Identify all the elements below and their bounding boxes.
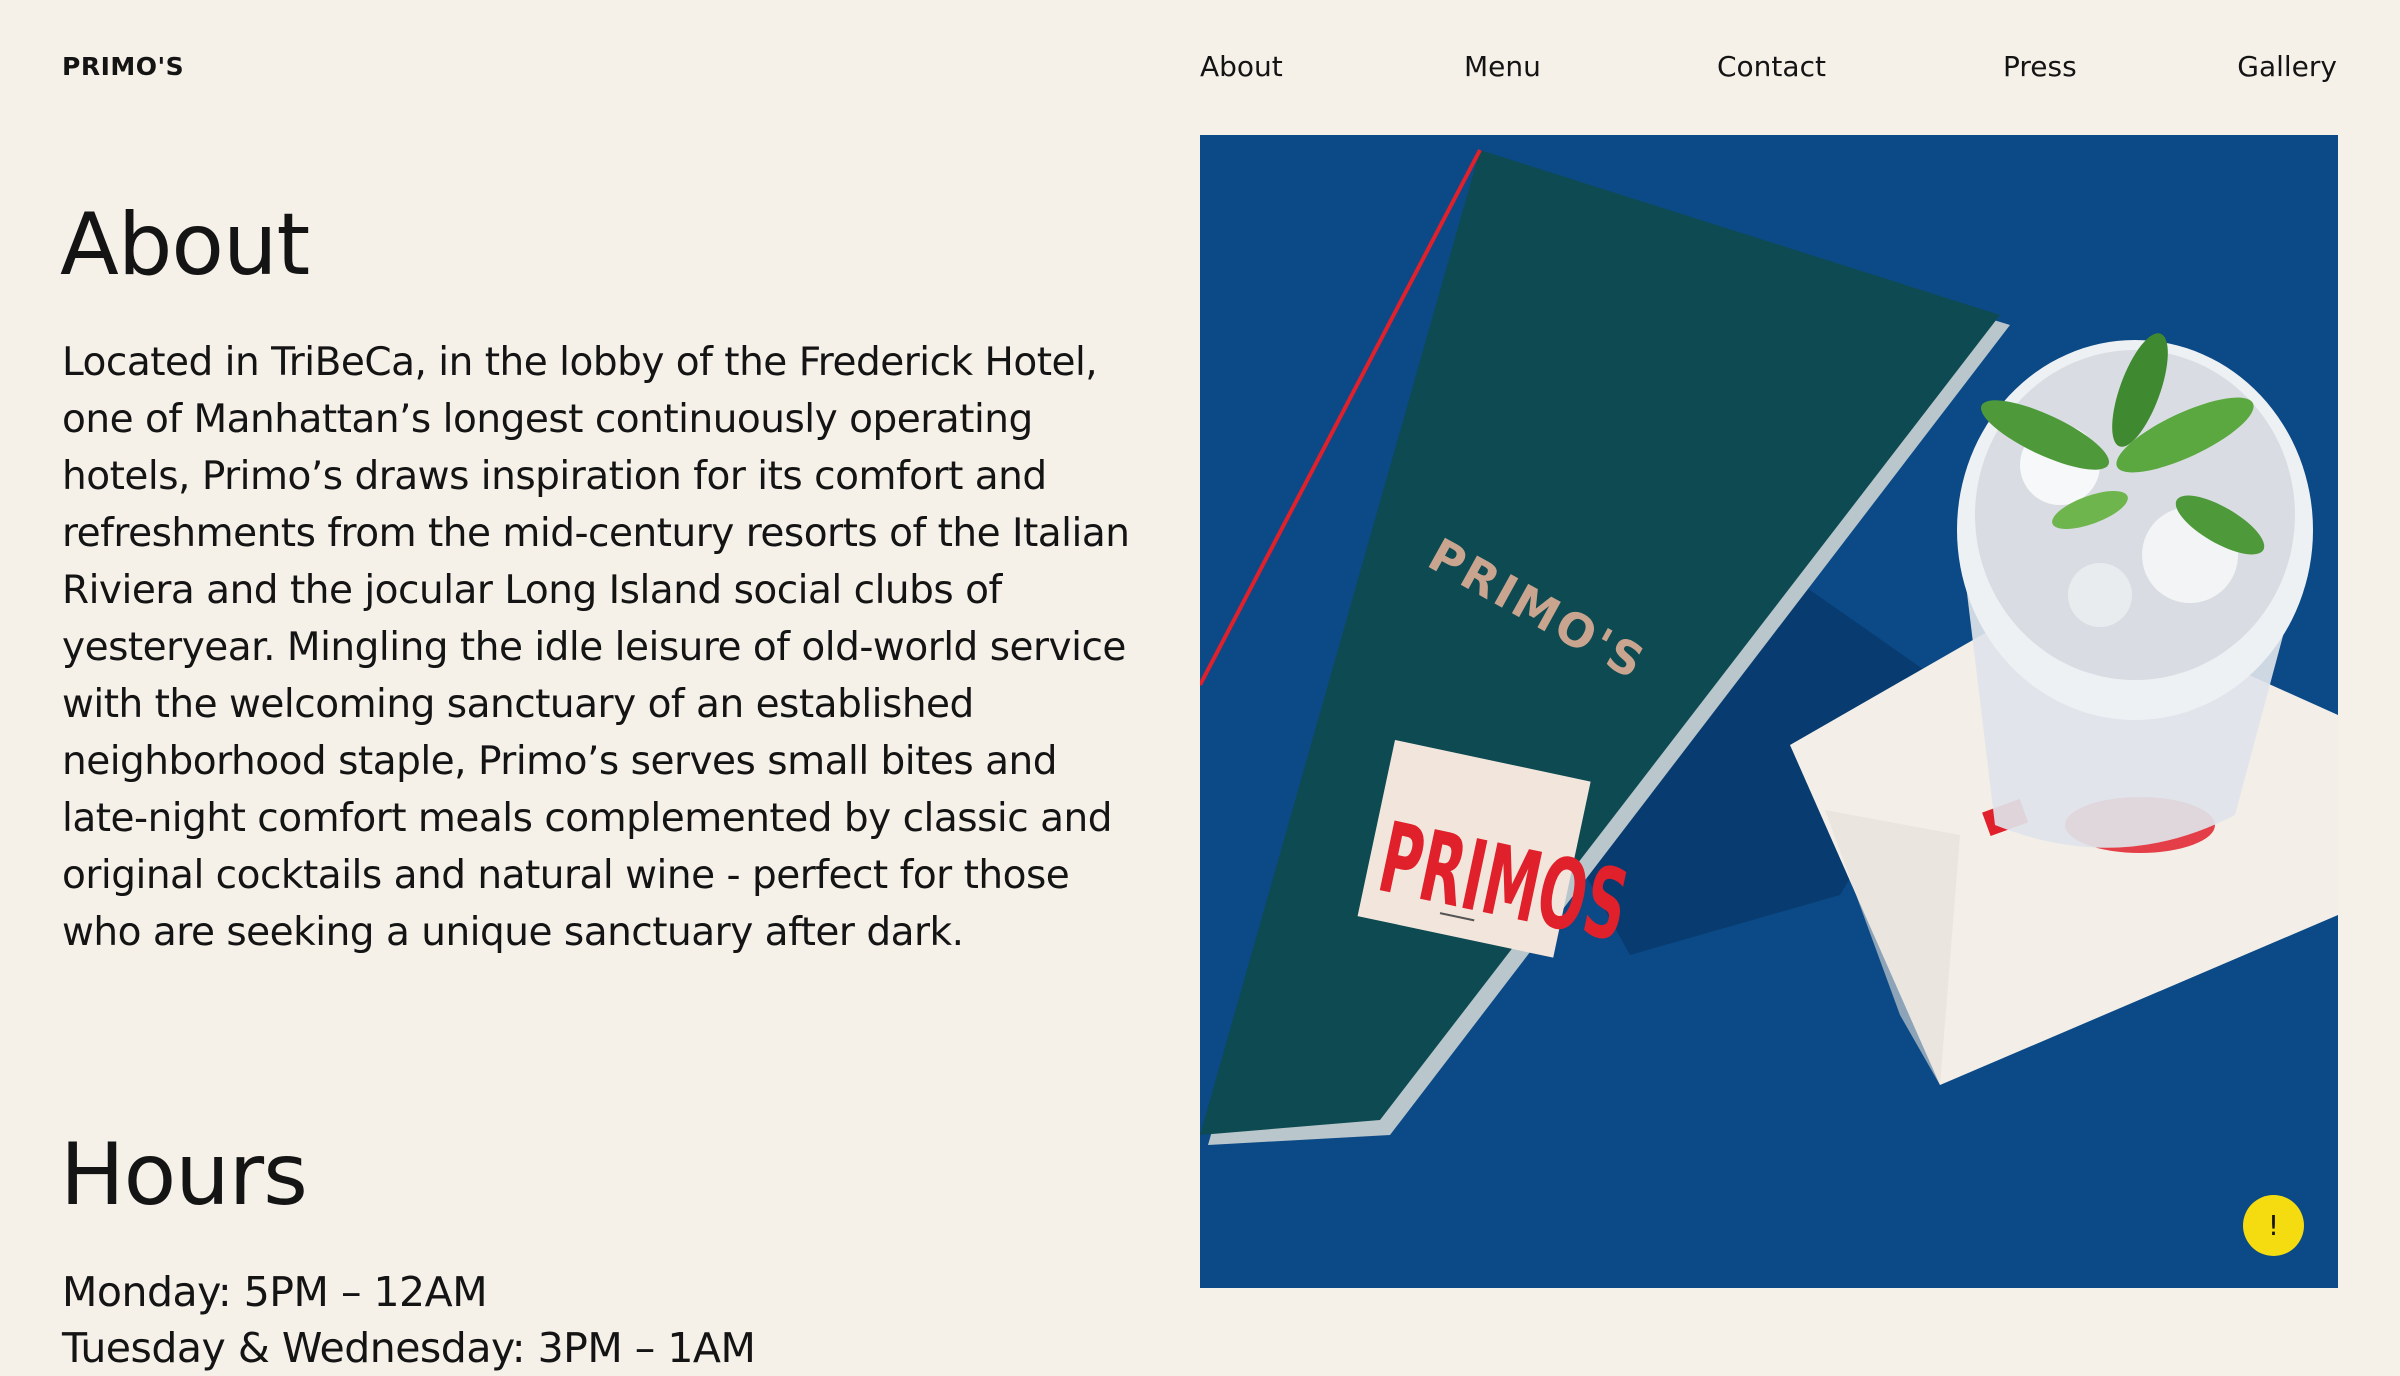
hours-heading: Hours <box>60 1125 308 1225</box>
about-heading: About <box>60 195 310 295</box>
hours-item-tuesday-wednesday: Tuesday & Wednesday: 3PM – 1AM <box>62 1324 756 1372</box>
about-paragraph: Located in TriBeCa, in the lobby of the … <box>62 340 1130 955</box>
nav-link-gallery[interactable]: Gallery <box>2237 50 2337 83</box>
nav-link-contact[interactable]: Contact <box>1717 50 1826 83</box>
hero-photo: PRIMO'S PRIMOS <box>1200 135 2338 1288</box>
nav-link-about[interactable]: About <box>1200 50 1283 83</box>
hours-item-monday: Monday: 5PM – 12AM <box>62 1268 488 1316</box>
main-nav: About Menu Contact Press Gallery <box>0 50 2400 90</box>
hours-list: Monday: 5PM – 12AM Tuesday & Wednesday: … <box>62 1264 756 1376</box>
nav-link-menu[interactable]: Menu <box>1464 50 1541 83</box>
nav-link-press[interactable]: Press <box>2003 50 2077 83</box>
photo-illustration: PRIMO'S PRIMOS <box>1200 135 2338 1288</box>
feedback-alert-button[interactable]: ! <box>2243 1195 2304 1256</box>
